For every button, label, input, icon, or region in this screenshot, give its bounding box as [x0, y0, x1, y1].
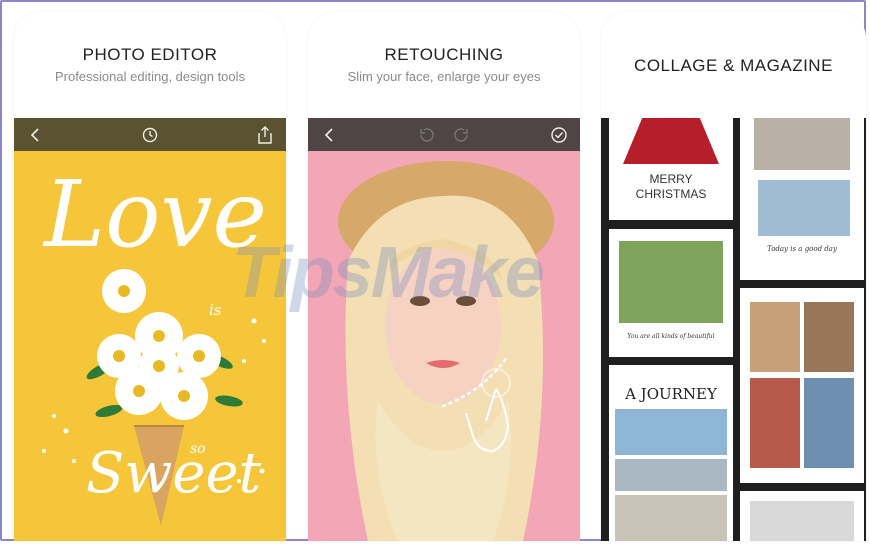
watermark-text: TipsMake: [232, 233, 545, 313]
christmas-template-card[interactable]: MERRY CHRISTMAS: [609, 118, 733, 220]
collage-magazine-panel: COLLAGE & MAGAZINE MERRY CHRISTMAS Today…: [601, 12, 866, 541]
christmas-photo: [623, 118, 719, 164]
undo-icon[interactable]: [415, 124, 437, 146]
city-photo-4: [804, 378, 854, 468]
back-icon[interactable]: [24, 124, 46, 146]
panel-title: PHOTO EDITOR: [82, 45, 218, 64]
star-sparkles-decoration: [42, 318, 266, 483]
horse-photo: [754, 118, 850, 170]
today-template-card[interactable]: Today is a good day: [740, 118, 864, 280]
share-icon[interactable]: [254, 124, 276, 146]
journey-template-card[interactable]: A JOURNEY: [609, 365, 733, 541]
today-caption: Today is a good day: [767, 245, 837, 253]
panel-title: COLLAGE & MAGAZINE: [634, 56, 833, 75]
snow-template-card[interactable]: [740, 491, 864, 541]
ferris-wheel-photo: [615, 409, 727, 455]
editor-toolbar: [14, 118, 286, 151]
panel-subtitle: Slim your face, enlarge your eyes: [347, 69, 541, 84]
christmas-line1: MERRY: [649, 172, 693, 186]
confirm-icon[interactable]: [548, 124, 570, 146]
beautiful-caption: You are all kinds of beautiful: [627, 333, 715, 340]
city-collage-card[interactable]: [740, 288, 864, 483]
table-photo: [758, 180, 850, 236]
journey-headline: A JOURNEY: [625, 385, 717, 403]
city-photo-2: [804, 302, 854, 372]
christmas-line2: CHRISTMAS: [635, 187, 707, 201]
collage-grid: MERRY CHRISTMAS Today is a good day You …: [601, 118, 866, 541]
panel-subtitle: Professional editing, design tools: [54, 69, 246, 84]
city-photo-1: [750, 302, 800, 372]
beautiful-template-card[interactable]: You are all kinds of beautiful: [609, 229, 733, 357]
love-flowers-photo: Love is Sweet so: [14, 151, 286, 541]
buildings-photo: [615, 495, 727, 541]
back-icon[interactable]: [318, 124, 340, 146]
retouch-portrait-photo: [308, 151, 580, 541]
city-photo-3: [750, 378, 800, 468]
history-icon[interactable]: [139, 124, 161, 146]
panel-title: RETOUCHING: [384, 45, 504, 64]
portrait-illustration: [338, 161, 554, 541]
snow-forest-photo: [750, 501, 854, 541]
girls-photo: [619, 241, 723, 323]
redo-icon[interactable]: [451, 124, 473, 146]
retouch-toolbar: [308, 118, 580, 151]
street-photo: [615, 459, 727, 491]
